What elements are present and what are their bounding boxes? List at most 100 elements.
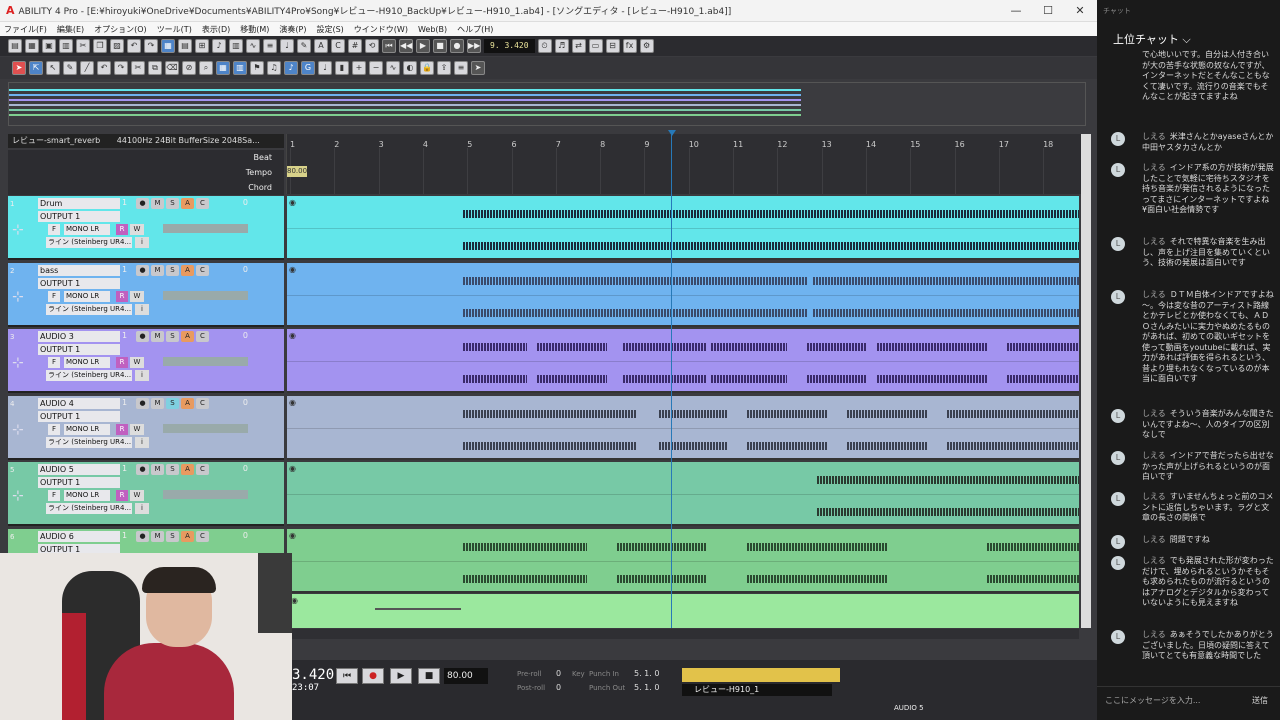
marker-icon[interactable]: ⚑: [250, 61, 264, 75]
save-icon[interactable]: ▣: [42, 39, 56, 53]
stop-icon[interactable]: ■: [433, 39, 447, 53]
read-button[interactable]: R: [116, 490, 128, 501]
chat-message-input[interactable]: ここにメッセージを入力...: [1105, 695, 1200, 706]
track-lane[interactable]: ◉: [287, 196, 1079, 260]
minimize-button[interactable]: —: [1000, 0, 1032, 22]
mute-button[interactable]: M: [151, 198, 164, 209]
rewind-icon[interactable]: ◀◀: [399, 39, 413, 53]
redo-tool-icon[interactable]: ↷: [114, 61, 128, 75]
chat-username[interactable]: しえる: [1142, 535, 1166, 544]
chat-username[interactable]: しえる: [1142, 451, 1166, 460]
tempo-editor-icon[interactable]: ♩: [280, 39, 294, 53]
grid-icon[interactable]: #: [348, 39, 362, 53]
mono-lr-select[interactable]: MONO LR: [64, 290, 110, 302]
freeze-button[interactable]: F: [48, 490, 60, 501]
paste-icon[interactable]: ▨: [110, 39, 124, 53]
track-fader[interactable]: [163, 290, 248, 300]
menu-help[interactable]: ヘルプ(H): [457, 24, 493, 35]
print-icon[interactable]: ▥: [59, 39, 73, 53]
chat-username[interactable]: しえる: [1142, 290, 1166, 299]
solo-button[interactable]: S: [166, 530, 179, 542]
mute-button[interactable]: M: [151, 331, 164, 342]
fold-icon[interactable]: ≡: [454, 61, 468, 75]
track-add-icon[interactable]: +: [352, 61, 366, 75]
track-volume[interactable]: 0: [218, 331, 248, 342]
mute-button[interactable]: M: [151, 530, 164, 542]
track-fader[interactable]: [163, 423, 248, 433]
automation-button[interactable]: A: [181, 198, 194, 209]
chat-header-selector[interactable]: 上位チャット ⌵: [1113, 31, 1191, 47]
record-button[interactable]: ●: [362, 668, 384, 684]
color-icon[interactable]: ◐: [403, 61, 417, 75]
track-lane[interactable]: ◉: [287, 462, 1079, 526]
track-lane[interactable]: ◉: [287, 329, 1079, 393]
automation-button[interactable]: A: [181, 264, 194, 276]
menu-settings[interactable]: 設定(S): [316, 24, 343, 35]
track-info-button[interactable]: i: [135, 370, 149, 381]
track-info-button[interactable]: i: [135, 303, 149, 315]
lyrics-icon[interactable]: A: [314, 39, 328, 53]
solo-button[interactable]: S: [166, 397, 179, 409]
loop-icon[interactable]: ⟲: [365, 39, 379, 53]
sync-icon[interactable]: ⇄: [571, 39, 586, 53]
glue-tool-icon[interactable]: ⧉: [148, 61, 162, 75]
mono-lr-select[interactable]: MONO LR: [64, 423, 110, 435]
postroll-value[interactable]: 0: [556, 683, 561, 692]
play-button[interactable]: ▶: [390, 668, 412, 684]
track-lane[interactable]: ◉: [287, 528, 1079, 593]
click-icon[interactable]: ♬: [554, 39, 569, 53]
rewind-to-start-icon[interactable]: ⏮: [382, 39, 396, 53]
chat-username[interactable]: しえる: [1142, 409, 1166, 418]
channel-button[interactable]: C: [196, 530, 209, 542]
undo-icon[interactable]: ↶: [127, 39, 141, 53]
record-arm-icon[interactable]: ●: [136, 198, 149, 209]
menu-play[interactable]: 演奏(P): [279, 24, 306, 35]
transport-tool-strip[interactable]: [682, 668, 840, 682]
track-header[interactable]: 2 ⊹ bass OUTPUT 1 1 ● M S A C 0 F MONO LR R W ライン (Stei…: [8, 262, 284, 327]
mute-tool-icon[interactable]: ⊘: [182, 61, 196, 75]
close-button[interactable]: ✕: [1064, 0, 1096, 22]
quantize-icon[interactable]: G: [301, 61, 315, 75]
channel-button[interactable]: C: [196, 331, 209, 342]
menu-tool[interactable]: ツール(T): [157, 24, 192, 35]
record-arm-icon[interactable]: ●: [136, 264, 149, 276]
track-volume[interactable]: 0: [218, 464, 248, 475]
menu-file[interactable]: ファイル(F): [4, 24, 47, 35]
track-info-button[interactable]: i: [135, 503, 149, 514]
mute-button[interactable]: M: [151, 397, 164, 409]
track-name-field[interactable]: AUDIO 3: [38, 331, 120, 342]
track-header[interactable]: 5 ⊹ AUDIO 5 OUTPUT 1 1 ● M S A C 0 F MONO LR R W ライン (S…: [8, 462, 284, 526]
wave-editor-icon[interactable]: ∿: [246, 39, 260, 53]
chat-username[interactable]: しえる: [1142, 132, 1166, 141]
track-delete-icon[interactable]: −: [369, 61, 383, 75]
chord-icon[interactable]: C: [331, 39, 345, 53]
track-name-field[interactable]: Drum: [38, 198, 120, 209]
solo-button[interactable]: S: [166, 464, 179, 475]
chat-username[interactable]: しえる: [1142, 630, 1166, 639]
automation-button[interactable]: A: [181, 331, 194, 342]
track-input-field[interactable]: ライン (Steinberg UR4...: [46, 237, 132, 248]
menu-edit[interactable]: 編集(E): [57, 24, 84, 35]
track-output-field[interactable]: OUTPUT 1: [38, 277, 120, 289]
chat-username[interactable]: しえる: [1142, 556, 1166, 565]
automation-button[interactable]: A: [181, 464, 194, 475]
pencil-tool-icon[interactable]: ✎: [63, 61, 77, 75]
freeze-button[interactable]: F: [48, 224, 60, 235]
track-input-field[interactable]: ライン (Steinberg UR4...: [46, 436, 132, 448]
freeze-button[interactable]: F: [48, 357, 60, 368]
rewind-to-start-button[interactable]: ⏮: [336, 668, 358, 684]
chat-send-button[interactable]: 送信: [1252, 695, 1268, 706]
freeze-button[interactable]: F: [48, 290, 60, 302]
snap-grid-icon[interactable]: ▦: [216, 61, 230, 75]
track-fader[interactable]: [163, 490, 248, 499]
redo-icon[interactable]: ↷: [144, 39, 158, 53]
mute-button[interactable]: M: [151, 464, 164, 475]
track-name-field[interactable]: AUDIO 6: [38, 530, 120, 542]
write-button[interactable]: W: [130, 290, 144, 302]
track-editor-icon[interactable]: ▤: [178, 39, 192, 53]
menu-option[interactable]: オプション(O): [94, 24, 147, 35]
velocity-icon[interactable]: ▮: [335, 61, 349, 75]
mixer-icon[interactable]: ⊞: [195, 39, 209, 53]
channel-button[interactable]: C: [196, 198, 209, 209]
piano-roll-icon[interactable]: ▥: [229, 39, 243, 53]
